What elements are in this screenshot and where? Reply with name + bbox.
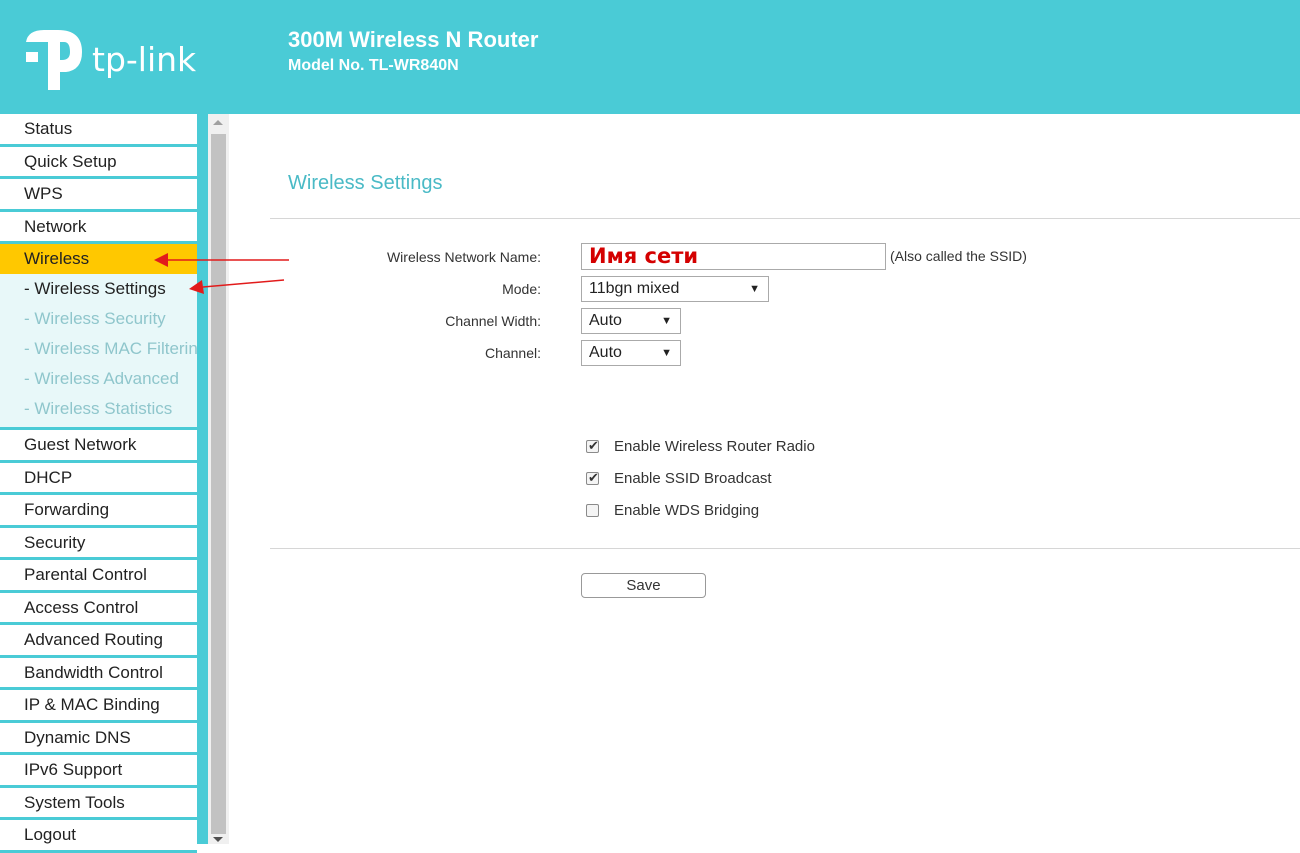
enable-wds-checkbox[interactable] (586, 504, 599, 517)
divider (270, 218, 1300, 219)
sidebar-menu: Status Quick Setup WPS Network Wireless … (0, 114, 197, 853)
enable-wds-label: Enable WDS Bridging (614, 502, 760, 519)
header: tp-link 300M Wireless N Router Model No.… (0, 0, 1300, 114)
menu-item-advanced-routing[interactable]: Advanced Routing (0, 625, 197, 658)
channel-width-select[interactable]: Auto ▼ (581, 308, 681, 334)
menu-item-ip-mac-binding[interactable]: IP & MAC Binding (0, 690, 197, 723)
menu-item-logout[interactable]: Logout (0, 820, 197, 853)
ssid-input[interactable]: Имя сети (581, 243, 886, 270)
submenu-item-wireless-security[interactable]: - Wireless Security (0, 304, 197, 334)
scroll-up-icon[interactable] (213, 120, 223, 125)
page-title: Wireless Settings (288, 172, 443, 194)
menu-item-dhcp[interactable]: DHCP (0, 462, 197, 495)
caret-down-icon: ▼ (661, 347, 672, 359)
menu-item-status[interactable]: Status (0, 114, 197, 147)
scrollbar-thumb[interactable] (211, 134, 226, 834)
enable-ssid-broadcast-label: Enable SSID Broadcast (614, 470, 772, 487)
submenu-item-wireless-statistics[interactable]: - Wireless Statistics (0, 394, 197, 424)
check-icon: ✔ (588, 438, 599, 453)
model-number: Model No. TL-WR840N (288, 57, 459, 74)
ssid-hint: (Also called the SSID) (890, 248, 1027, 264)
menu-item-network[interactable]: Network (0, 211, 197, 244)
ssid-label: Wireless Network Name: (386, 249, 541, 265)
channel-label: Channel: (484, 345, 541, 361)
sidebar-scrollbar[interactable] (208, 114, 229, 844)
main-content: Wireless Settings Wireless Network Name:… (229, 114, 1300, 844)
submenu-item-wireless-mac-filtering[interactable]: - Wireless MAC Filtering (0, 334, 197, 364)
submenu-item-wireless-settings[interactable]: - Wireless Settings (0, 274, 197, 304)
menu-item-guest-network[interactable]: Guest Network (0, 430, 197, 463)
wireless-submenu: - Wireless Settings - Wireless Security … (0, 274, 197, 430)
mode-select[interactable]: 11bgn mixed ▼ (581, 276, 769, 302)
enable-radio-checkbox[interactable]: ✔ (586, 438, 599, 453)
menu-item-quick-setup[interactable]: Quick Setup (0, 146, 197, 179)
menu-item-bandwidth-control[interactable]: Bandwidth Control (0, 657, 197, 690)
divider (270, 548, 1300, 549)
menu-item-access-control[interactable]: Access Control (0, 592, 197, 625)
enable-ssid-broadcast-checkbox[interactable]: ✔ (586, 470, 599, 485)
enable-radio-label: Enable Wireless Router Radio (614, 438, 815, 455)
check-icon: ✔ (588, 470, 599, 485)
scroll-down-icon[interactable] (213, 837, 223, 842)
menu-item-system-tools[interactable]: System Tools (0, 787, 197, 820)
channel-select[interactable]: Auto ▼ (581, 340, 681, 366)
caret-down-icon: ▼ (749, 283, 760, 295)
mode-label: Mode: (502, 281, 541, 297)
logo-text: tp-link (92, 40, 197, 79)
save-button[interactable]: Save (581, 573, 706, 598)
channel-width-label: Channel Width: (445, 313, 541, 329)
channel-value: Auto (589, 344, 622, 361)
submenu-item-wireless-advanced[interactable]: - Wireless Advanced (0, 364, 197, 394)
menu-item-wps[interactable]: WPS (0, 179, 197, 212)
menu-item-ipv6-support[interactable]: IPv6 Support (0, 755, 197, 788)
menu-item-forwarding[interactable]: Forwarding (0, 495, 197, 528)
mode-value: 11bgn mixed (589, 280, 680, 297)
product-name: 300M Wireless N Router (288, 27, 539, 52)
menu-item-dynamic-dns[interactable]: Dynamic DNS (0, 722, 197, 755)
menu-item-wireless[interactable]: Wireless (0, 244, 197, 274)
caret-down-icon: ▼ (661, 315, 672, 327)
menu-item-parental-control[interactable]: Parental Control (0, 560, 197, 593)
menu-item-security[interactable]: Security (0, 527, 197, 560)
channel-width-value: Auto (589, 312, 622, 329)
